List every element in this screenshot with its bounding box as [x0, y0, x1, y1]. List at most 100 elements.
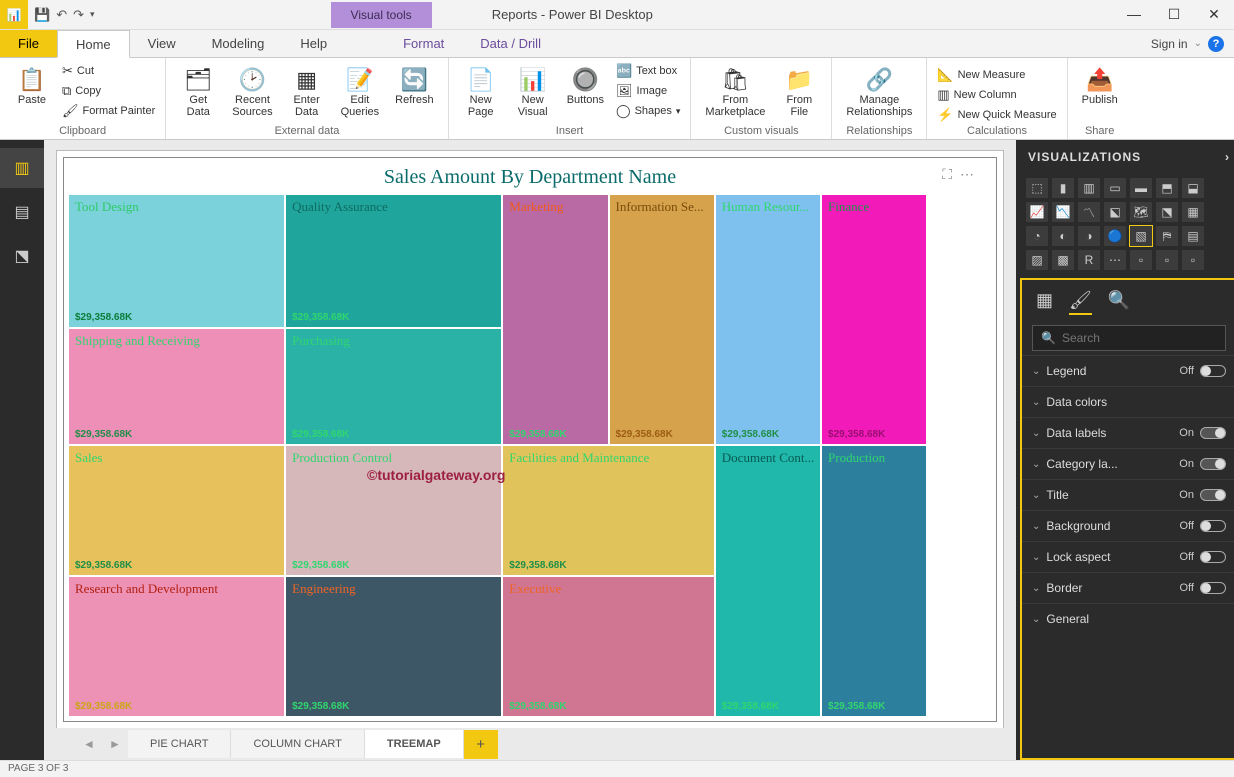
add-page-button[interactable]: + [464, 730, 498, 759]
treemap-cell[interactable]: Executive$29,358.68K [502, 576, 715, 717]
page-tab-pie[interactable]: PIE CHART [128, 730, 231, 758]
chevron-right-icon[interactable]: › [1225, 150, 1230, 164]
new-page-button[interactable]: 📄New Page [457, 62, 505, 122]
treemap-cell[interactable]: Engineering$29,358.68K [285, 576, 502, 717]
report-view-button[interactable]: ▥ [0, 148, 44, 188]
fields-tab-icon[interactable]: ▦ [1036, 290, 1053, 315]
viz-type-5[interactable]: ⬒ [1156, 178, 1178, 198]
qat-dropdown-icon[interactable]: ▾ [90, 9, 95, 20]
viz-type-22[interactable]: ▩ [1052, 250, 1074, 270]
viz-type-8[interactable]: 📉 [1052, 202, 1074, 222]
viz-type-12[interactable]: ⬔ [1156, 202, 1178, 222]
minimize-icon[interactable]: ― [1114, 6, 1154, 23]
toggle[interactable] [1200, 365, 1226, 377]
new-visual-button[interactable]: 📊New Visual [509, 62, 557, 122]
viz-type-17[interactable]: 🔵 [1104, 226, 1126, 246]
signin-chevron-icon[interactable]: ⌄ [1194, 38, 1202, 49]
recent-sources-button[interactable]: 🕑Recent Sources [226, 62, 278, 122]
more-options-icon[interactable]: ⋯ [960, 166, 974, 183]
viz-type-24[interactable]: ⋯ [1104, 250, 1126, 270]
refresh-button[interactable]: 🔄Refresh [389, 62, 440, 110]
edit-queries-button[interactable]: 📝Edit Queries [335, 62, 386, 122]
undo-icon[interactable]: ↶ [56, 7, 67, 23]
treemap-cell[interactable]: Purchasing$29,358.68K [285, 328, 502, 445]
format-row-lockaspect[interactable]: ⌄Lock aspectOff [1022, 541, 1234, 572]
viz-type-4[interactable]: ▬ [1130, 178, 1152, 198]
tab-datadrill[interactable]: Data / Drill [462, 30, 559, 57]
report-canvas[interactable]: ⛶ ⋯ Sales Amount By Department Name Tool… [56, 150, 1004, 728]
model-view-button[interactable]: ⬔ [0, 236, 44, 276]
signin-link[interactable]: Sign in [1151, 37, 1188, 51]
cut-button[interactable]: ✂Cut [60, 62, 157, 80]
treemap-cell[interactable]: Facilities and Maintenance$29,358.68K [502, 445, 715, 576]
toggle[interactable] [1200, 520, 1226, 532]
page-tab-treemap[interactable]: TREEMAP [365, 730, 464, 758]
maximize-icon[interactable]: ☐ [1154, 6, 1194, 23]
viz-type-10[interactable]: ⬕ [1104, 202, 1126, 222]
new-quick-measure-button[interactable]: ⚡New Quick Measure [935, 106, 1058, 124]
visualizations-header[interactable]: VISUALIZATIONS › [1016, 140, 1234, 174]
new-column-button[interactable]: ▥New Column [935, 86, 1058, 104]
new-measure-button[interactable]: 📐New Measure [935, 66, 1058, 84]
redo-icon[interactable]: ↷ [73, 7, 84, 23]
format-row-datacolors[interactable]: ⌄Data colors [1022, 386, 1234, 417]
treemap-cell[interactable]: Production$29,358.68K [821, 445, 927, 717]
page-next-button[interactable]: ► [102, 737, 128, 751]
format-row-general[interactable]: ⌄General [1022, 603, 1234, 634]
shapes-button[interactable]: ◯Shapes ▾ [614, 102, 682, 120]
toggle[interactable] [1200, 551, 1226, 563]
page-tab-column[interactable]: COLUMN CHART [231, 730, 364, 758]
viz-type-3[interactable]: ▭ [1104, 178, 1126, 198]
format-search[interactable]: 🔍 [1032, 325, 1226, 351]
image-button[interactable]: 🖼Image [614, 82, 682, 100]
treemap-cell[interactable]: Human Resour...$29,358.68K [715, 194, 821, 445]
from-file-button[interactable]: 📁From File [775, 62, 823, 122]
viz-type-26[interactable]: ▫ [1156, 250, 1178, 270]
textbox-button[interactable]: 🔤Text box [614, 62, 682, 80]
focus-mode-icon[interactable]: ⛶ [942, 166, 952, 183]
toggle[interactable] [1200, 582, 1226, 594]
analytics-tab-icon[interactable]: 🔍 [1108, 290, 1130, 315]
viz-type-16[interactable]: ◑ [1078, 226, 1100, 246]
viz-type-1[interactable]: ▮ [1052, 178, 1074, 198]
tab-home[interactable]: Home [57, 30, 130, 58]
viz-type-25[interactable]: ▫ [1130, 250, 1152, 270]
get-data-button[interactable]: 🗂Get Data [174, 62, 222, 122]
treemap-cell[interactable]: Marketing$29,358.68K [502, 194, 608, 445]
viz-type-21[interactable]: ▨ [1026, 250, 1048, 270]
tab-help[interactable]: Help [282, 30, 345, 57]
close-icon[interactable]: ✕ [1194, 6, 1234, 23]
toggle[interactable] [1200, 458, 1226, 470]
format-row-datalabels[interactable]: ⌄Data labelsOn [1022, 417, 1234, 448]
viz-type-6[interactable]: ⬓ [1182, 178, 1204, 198]
copy-button[interactable]: ⧉Copy [60, 82, 157, 100]
viz-type-19[interactable]: ⛿ [1156, 226, 1178, 246]
format-row-background[interactable]: ⌄BackgroundOff [1022, 510, 1234, 541]
search-input[interactable] [1062, 331, 1217, 345]
enter-data-button[interactable]: ▦Enter Data [283, 62, 331, 122]
viz-type-15[interactable]: ◐ [1052, 226, 1074, 246]
viz-type-23[interactable]: R [1078, 250, 1100, 270]
from-marketplace-button[interactable]: 🛍From Marketplace [699, 62, 771, 122]
help-icon[interactable]: ? [1208, 36, 1224, 52]
viz-type-14[interactable]: ◔ [1026, 226, 1048, 246]
format-row-categoryla[interactable]: ⌄Category la...On [1022, 448, 1234, 479]
viz-type-2[interactable]: ▥ [1078, 178, 1100, 198]
visual-frame[interactable]: ⛶ ⋯ Sales Amount By Department Name Tool… [63, 157, 997, 722]
format-tab-icon[interactable]: 🖌 [1069, 290, 1092, 315]
treemap-cell[interactable]: Research and Development$29,358.68K [68, 576, 285, 717]
page-prev-button[interactable]: ◄ [76, 737, 102, 751]
treemap-cell[interactable]: Sales$29,358.68K [68, 445, 285, 576]
treemap-cell[interactable]: Shipping and Receiving$29,358.68K [68, 328, 285, 445]
viz-type-11[interactable]: 🗺 [1130, 202, 1152, 222]
treemap-cell[interactable]: Quality Assurance$29,358.68K [285, 194, 502, 328]
tab-file[interactable]: File [0, 30, 57, 57]
treemap-cell[interactable]: Production Control$29,358.68K [285, 445, 502, 576]
viz-type-20[interactable]: ▤ [1182, 226, 1204, 246]
toggle[interactable] [1200, 489, 1226, 501]
buttons-button[interactable]: 🔘Buttons [561, 62, 610, 110]
format-row-legend[interactable]: ⌄LegendOff [1022, 355, 1234, 386]
save-icon[interactable]: 💾 [34, 7, 50, 23]
treemap-cell[interactable]: Information Se...$29,358.68K [609, 194, 715, 445]
data-view-button[interactable]: ▤ [0, 192, 44, 232]
